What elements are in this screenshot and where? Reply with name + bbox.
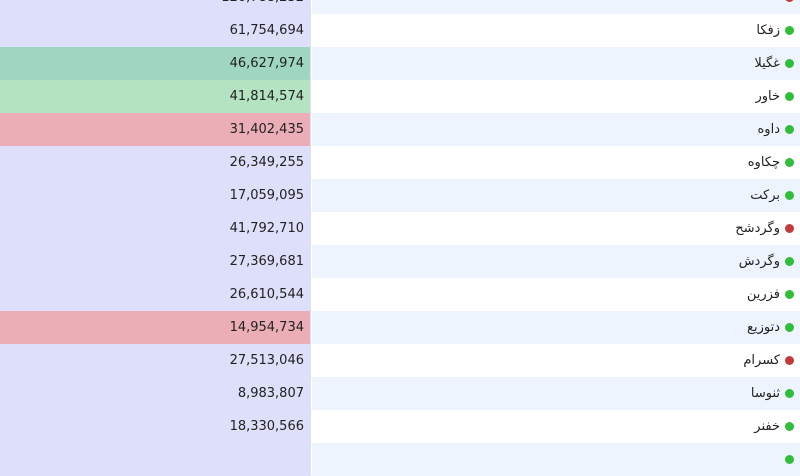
value-cell: 27,513,046: [0, 344, 311, 377]
table-row[interactable]: 27,513,046 کسرام: [0, 344, 800, 377]
value-cell: [0, 443, 311, 476]
value-cell: 18,330,566: [0, 410, 311, 443]
status-dot-green-icon: [785, 389, 794, 398]
symbol-cell[interactable]: کسرام: [312, 344, 800, 377]
value-cell: 8,983,807: [0, 377, 311, 410]
status-dot-green-icon: [785, 455, 794, 464]
symbol-cell[interactable]: وگردشح: [312, 212, 800, 245]
symbol-cell[interactable]: برکت: [312, 179, 800, 212]
symbol-cell[interactable]: چکاوه: [312, 146, 800, 179]
symbol-name[interactable]: دتوزیع: [747, 311, 780, 344]
symbol-cell[interactable]: دتوزیع: [312, 311, 800, 344]
table-row[interactable]: 27,369,681 وگردش: [0, 245, 800, 278]
status-dot-green-icon: [785, 125, 794, 134]
table-row[interactable]: 120,788,232: [0, 0, 800, 14]
table-row[interactable]: 8,983,807 ثنوسا: [0, 377, 800, 410]
table-row[interactable]: 17,059,095 برکت: [0, 179, 800, 212]
table-row[interactable]: [0, 443, 800, 476]
stock-table: 120,788,23261,754,694 زفکا 46,627,974 غگیلا…: [0, 0, 800, 476]
value-cell: 14,954,734: [0, 311, 311, 344]
value-cell: 31,402,435: [0, 113, 311, 146]
symbol-name[interactable]: غگیلا: [754, 47, 780, 80]
symbol-name[interactable]: چکاوه: [748, 146, 780, 179]
symbol-cell[interactable]: ثنوسا: [312, 377, 800, 410]
status-dot-green-icon: [785, 290, 794, 299]
value-cell: 41,792,710: [0, 212, 311, 245]
status-dot-green-icon: [785, 257, 794, 266]
symbol-cell[interactable]: وگردش: [312, 245, 800, 278]
status-dot-red-icon: [785, 224, 794, 233]
value-cell: 17,059,095: [0, 179, 311, 212]
symbol-name[interactable]: وگردشح: [735, 212, 780, 245]
symbol-name[interactable]: داوه: [758, 113, 781, 146]
table-row[interactable]: 18,330,566 خفنر: [0, 410, 800, 443]
symbol-name[interactable]: کسرام: [743, 344, 780, 377]
value-cell: 26,349,255: [0, 146, 311, 179]
status-dot-green-icon: [785, 26, 794, 35]
value-cell: 41,814,574: [0, 80, 311, 113]
value-cell: 61,754,694: [0, 14, 311, 47]
symbol-name[interactable]: برکت: [750, 179, 780, 212]
table-row[interactable]: 61,754,694 زفکا: [0, 14, 800, 47]
table-row[interactable]: 46,627,974 غگیلا: [0, 47, 800, 80]
status-dot-green-icon: [785, 158, 794, 167]
status-dot-green-icon: [785, 92, 794, 101]
symbol-cell[interactable]: فزرین: [312, 278, 800, 311]
symbol-cell[interactable]: داوه: [312, 113, 800, 146]
symbol-name[interactable]: فزرین: [747, 278, 780, 311]
table-row[interactable]: 26,349,255 چکاوه: [0, 146, 800, 179]
status-dot-green-icon: [785, 59, 794, 68]
symbol-cell[interactable]: خاور: [312, 80, 800, 113]
symbol-name[interactable]: وگردش: [739, 245, 780, 278]
value-cell: 120,788,232: [0, 0, 311, 14]
symbol-cell[interactable]: [312, 0, 800, 14]
status-dot-green-icon: [785, 323, 794, 332]
symbol-name[interactable]: زفکا: [756, 14, 780, 47]
status-dot-red-icon: [785, 356, 794, 365]
value-cell: 27,369,681: [0, 245, 311, 278]
value-cell: 26,610,544: [0, 278, 311, 311]
symbol-cell[interactable]: زفکا: [312, 14, 800, 47]
symbol-cell[interactable]: [312, 443, 800, 476]
symbol-name[interactable]: خفنر: [754, 410, 780, 443]
symbol-name[interactable]: خاور: [755, 80, 780, 113]
table-row[interactable]: 41,792,710 وگردشح: [0, 212, 800, 245]
symbol-cell[interactable]: خفنر: [312, 410, 800, 443]
table-row[interactable]: 26,610,544 فزرین: [0, 278, 800, 311]
value-cell: 46,627,974: [0, 47, 311, 80]
table-row[interactable]: 41,814,574 خاور: [0, 80, 800, 113]
status-dot-green-icon: [785, 191, 794, 200]
status-dot-red-icon: [785, 0, 794, 2]
table-row[interactable]: 14,954,734 دتوزیع: [0, 311, 800, 344]
status-dot-green-icon: [785, 422, 794, 431]
table-row[interactable]: 31,402,435 داوه: [0, 113, 800, 146]
symbol-cell[interactable]: غگیلا: [312, 47, 800, 80]
symbol-name[interactable]: ثنوسا: [751, 377, 780, 410]
